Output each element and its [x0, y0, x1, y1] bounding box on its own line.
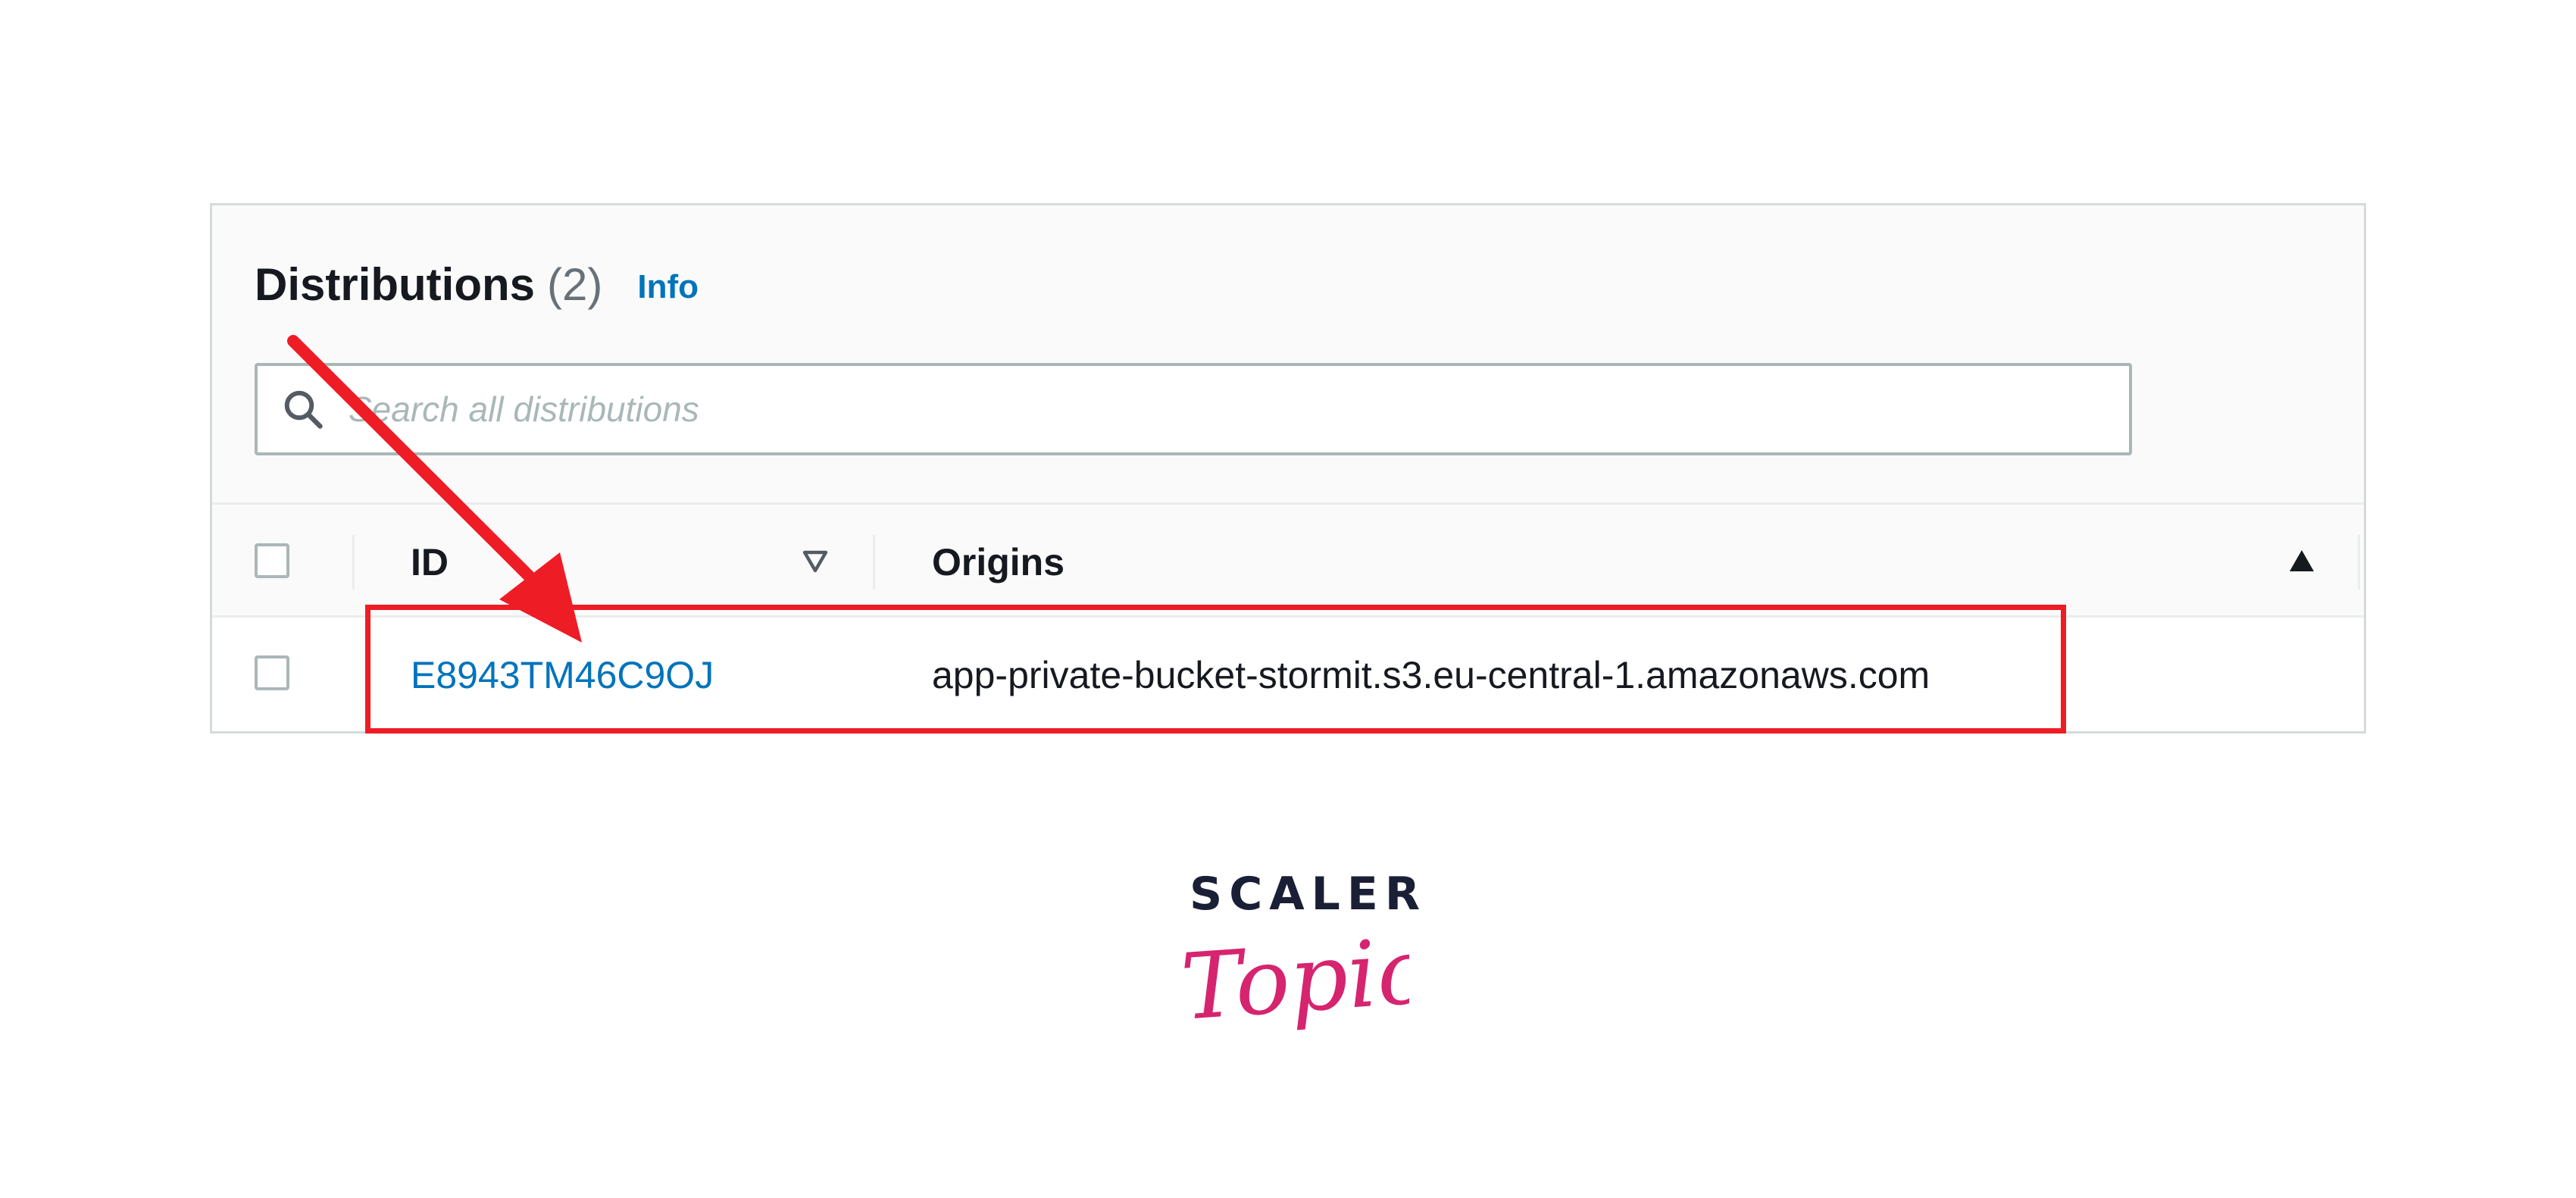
- column-divider: [873, 535, 875, 590]
- column-divider: [2358, 535, 2360, 590]
- column-header-origins[interactable]: Origins: [932, 535, 1064, 590]
- row-checkbox[interactable]: [255, 655, 289, 690]
- info-link[interactable]: Info: [637, 268, 699, 306]
- search-input[interactable]: [349, 379, 2091, 439]
- panel-header: Distributions (2) Info: [255, 246, 699, 322]
- distributions-table: ID Origins E8943TM46C9OJ app-private-buc…: [212, 502, 2364, 731]
- distribution-id-link[interactable]: E8943TM46C9OJ: [411, 648, 714, 702]
- sort-ascending-icon[interactable]: [2287, 546, 2317, 576]
- search-icon: [284, 390, 323, 429]
- distribution-count: (2): [547, 258, 603, 310]
- table-row[interactable]: E8943TM46C9OJ app-private-bucket-stormit…: [212, 618, 2364, 731]
- svg-text:Topics: Topics: [1178, 915, 1409, 1041]
- filter-down-icon[interactable]: [800, 546, 830, 577]
- distributions-panel: Distributions (2) Info ID Origins: [210, 203, 2366, 734]
- select-all-checkbox[interactable]: [255, 543, 289, 578]
- panel-title: Distributions: [255, 258, 535, 310]
- scaler-topics-logo: SCALER Topics: [1167, 868, 1420, 1065]
- search-box[interactable]: [255, 363, 2132, 455]
- column-divider: [352, 535, 355, 590]
- brand-wordmark-script: Topics: [1178, 915, 1409, 1041]
- table-header: ID Origins: [212, 502, 2364, 618]
- origin-domain: app-private-bucket-stormit.s3.eu-central…: [932, 654, 1930, 696]
- column-header-id[interactable]: ID: [411, 535, 449, 590]
